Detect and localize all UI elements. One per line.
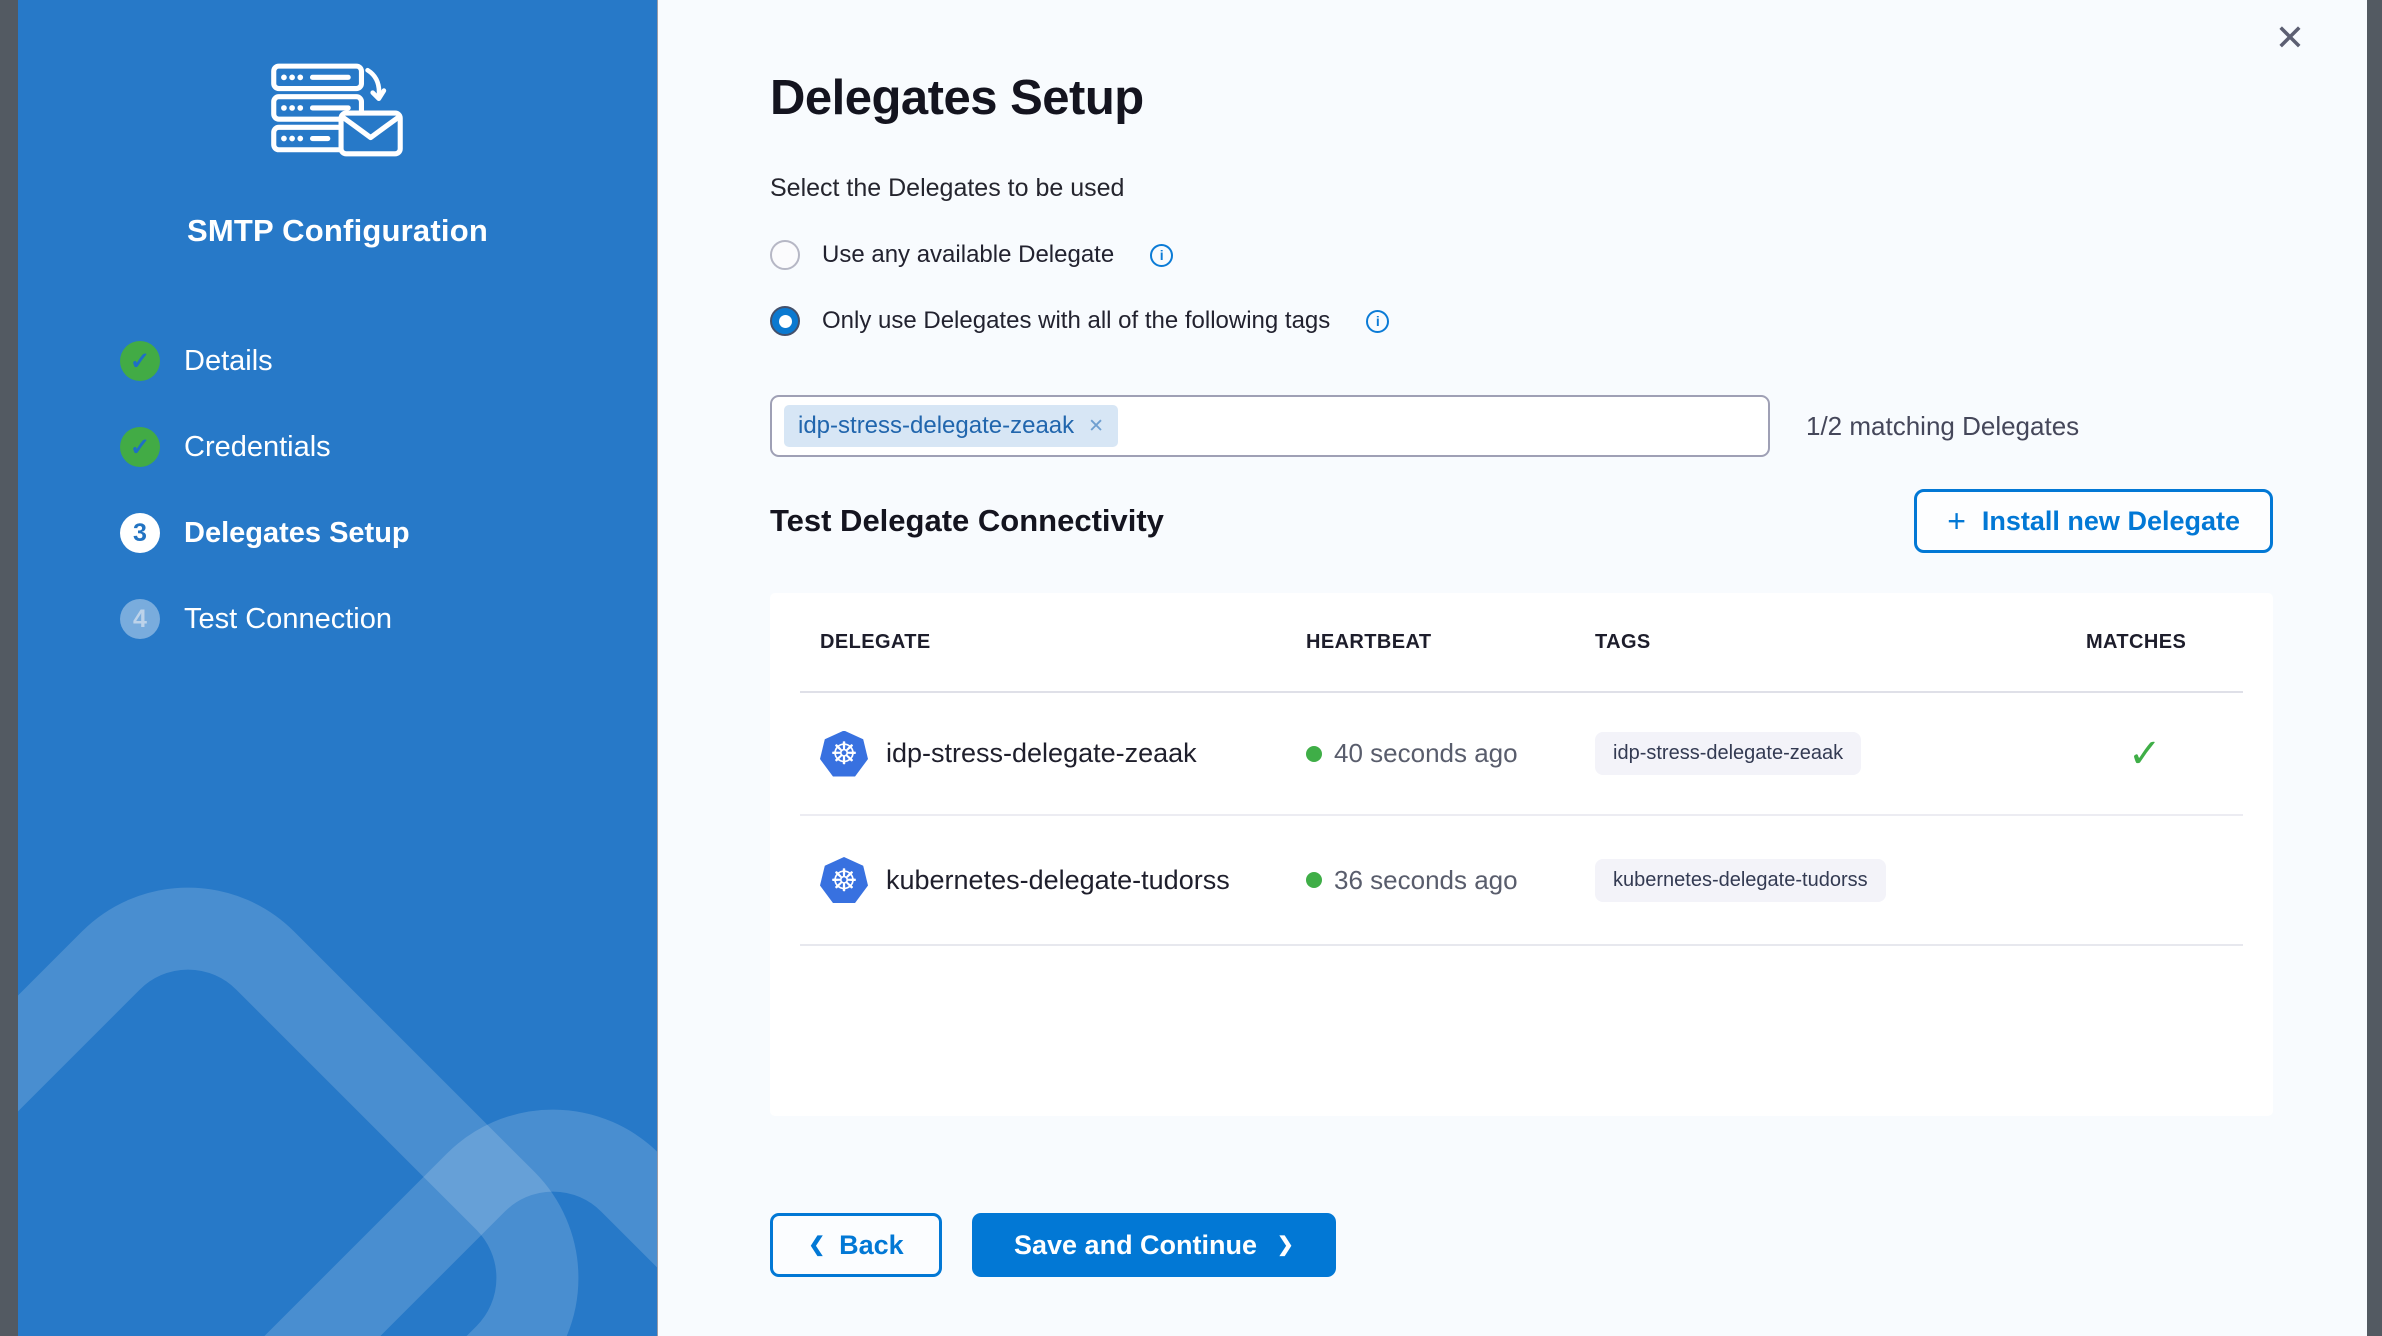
- tag-chip: idp-stress-delegate-zeaak ✕: [784, 405, 1118, 447]
- step-details[interactable]: ✓ Details: [120, 341, 657, 381]
- kubernetes-icon: ☸: [820, 731, 868, 777]
- connectivity-title: Test Delegate Connectivity: [770, 503, 1164, 539]
- save-and-continue-button[interactable]: Save and Continue ❯: [972, 1213, 1336, 1277]
- delegate-name: kubernetes-delegate-tudorss: [886, 865, 1230, 896]
- column-header-matches: MATCHES: [2086, 631, 2243, 654]
- kubernetes-icon: ☸: [820, 857, 868, 903]
- wizard-steps: ✓ Details ✓ Credentials 3 Delegates Setu…: [120, 341, 657, 639]
- install-button-label: Install new Delegate: [1982, 506, 2240, 537]
- back-button-label: Back: [839, 1230, 904, 1261]
- delegates-setup-panel: ✕ Delegates Setup Select the Delegates t…: [658, 0, 2367, 1336]
- matching-delegates-summary: 1/2 matching Delegates: [1806, 411, 2079, 442]
- table-header-row: DELEGATE HEARTBEAT TAGS MATCHES: [800, 593, 2243, 693]
- heartbeat-status-dot: [1306, 746, 1322, 762]
- delegate-selection-prompt: Select the Delegates to be used: [770, 174, 2367, 203]
- delegate-selection-options: Use any available Delegate i Only use De…: [770, 237, 2367, 339]
- step-label: Details: [184, 345, 273, 378]
- heartbeat-text: 40 seconds ago: [1334, 738, 1518, 769]
- step-credentials[interactable]: ✓ Credentials: [120, 427, 657, 467]
- window-edge-left: [0, 0, 18, 1336]
- delegate-tag-chip: idp-stress-delegate-zeaak: [1595, 732, 1861, 775]
- step-complete-check-icon: ✓: [120, 427, 160, 467]
- radio-unselected-icon[interactable]: [770, 240, 800, 270]
- heartbeat-cell: 36 seconds ago: [1306, 865, 1595, 896]
- table-row[interactable]: ☸ kubernetes-delegate-tudorss 36 seconds…: [800, 816, 2243, 946]
- radio-label: Use any available Delegate: [822, 241, 1114, 269]
- heartbeat-cell: 40 seconds ago: [1306, 738, 1595, 769]
- tag-input-row: idp-stress-delegate-zeaak ✕ 1/2 matching…: [770, 395, 2367, 457]
- back-button[interactable]: ❮ Back: [770, 1213, 942, 1277]
- step-delegates-setup[interactable]: 3 Delegates Setup: [120, 513, 657, 553]
- step-number-badge: 4: [120, 599, 160, 639]
- column-header-delegate: DELEGATE: [800, 631, 1306, 654]
- window-edge-right: [2367, 0, 2382, 1336]
- delegate-cell: ☸ kubernetes-delegate-tudorss: [800, 857, 1306, 903]
- radio-dot: [779, 315, 792, 328]
- step-label: Test Connection: [184, 603, 392, 636]
- wizard-footer: ❮ Back Save and Continue ❯: [770, 1213, 2273, 1277]
- matches-check-icon: ✓: [2128, 734, 2243, 774]
- save-button-label: Save and Continue: [1014, 1230, 1257, 1261]
- step-label: Delegates Setup: [184, 517, 410, 550]
- radio-tagged-delegates[interactable]: Only use Delegates with all of the follo…: [770, 303, 2367, 339]
- chevron-right-icon: ❯: [1277, 1235, 1294, 1255]
- radio-any-delegate[interactable]: Use any available Delegate i: [770, 237, 2367, 273]
- delegates-table: DELEGATE HEARTBEAT TAGS MATCHES ☸ idp-st…: [770, 593, 2273, 1116]
- tags-cell: kubernetes-delegate-tudorss: [1595, 859, 2086, 902]
- plus-icon: +: [1947, 505, 1966, 537]
- delegate-tags-input[interactable]: idp-stress-delegate-zeaak ✕: [770, 395, 1770, 457]
- radio-label: Only use Delegates with all of the follo…: [822, 307, 1330, 335]
- connectivity-section-header: Test Delegate Connectivity + Install new…: [770, 489, 2273, 553]
- tag-remove-icon[interactable]: ✕: [1088, 417, 1104, 436]
- install-new-delegate-button[interactable]: + Install new Delegate: [1914, 489, 2273, 553]
- delegate-tag-chip: kubernetes-delegate-tudorss: [1595, 859, 1886, 902]
- close-icon[interactable]: ✕: [2271, 16, 2309, 60]
- tags-cell: idp-stress-delegate-zeaak: [1595, 732, 2086, 775]
- info-icon[interactable]: i: [1366, 310, 1389, 333]
- wizard-brand: SMTP Configuration: [18, 0, 657, 249]
- heartbeat-status-dot: [1306, 872, 1322, 888]
- heartbeat-text: 36 seconds ago: [1334, 865, 1518, 896]
- chevron-left-icon: ❮: [808, 1235, 825, 1255]
- radio-selected-icon[interactable]: [770, 306, 800, 336]
- column-header-heartbeat: HEARTBEAT: [1306, 631, 1595, 654]
- delegate-name: idp-stress-delegate-zeaak: [886, 738, 1197, 769]
- delegate-cell: ☸ idp-stress-delegate-zeaak: [800, 731, 1306, 777]
- step-complete-check-icon: ✓: [120, 341, 160, 381]
- tag-chip-label: idp-stress-delegate-zeaak: [798, 412, 1074, 440]
- column-header-tags: TAGS: [1595, 631, 2086, 654]
- smtp-servers-mail-icon: [254, 60, 422, 162]
- page-title: Delegates Setup: [770, 70, 2367, 126]
- wizard-title: SMTP Configuration: [18, 213, 657, 249]
- wizard-sidebar: SMTP Configuration ✓ Details ✓ Credentia…: [18, 0, 658, 1336]
- table-row[interactable]: ☸ idp-stress-delegate-zeaak 40 seconds a…: [800, 693, 2243, 816]
- step-number-badge: 3: [120, 513, 160, 553]
- info-icon[interactable]: i: [1150, 244, 1173, 267]
- step-test-connection[interactable]: 4 Test Connection: [120, 599, 657, 639]
- step-label: Credentials: [184, 431, 331, 464]
